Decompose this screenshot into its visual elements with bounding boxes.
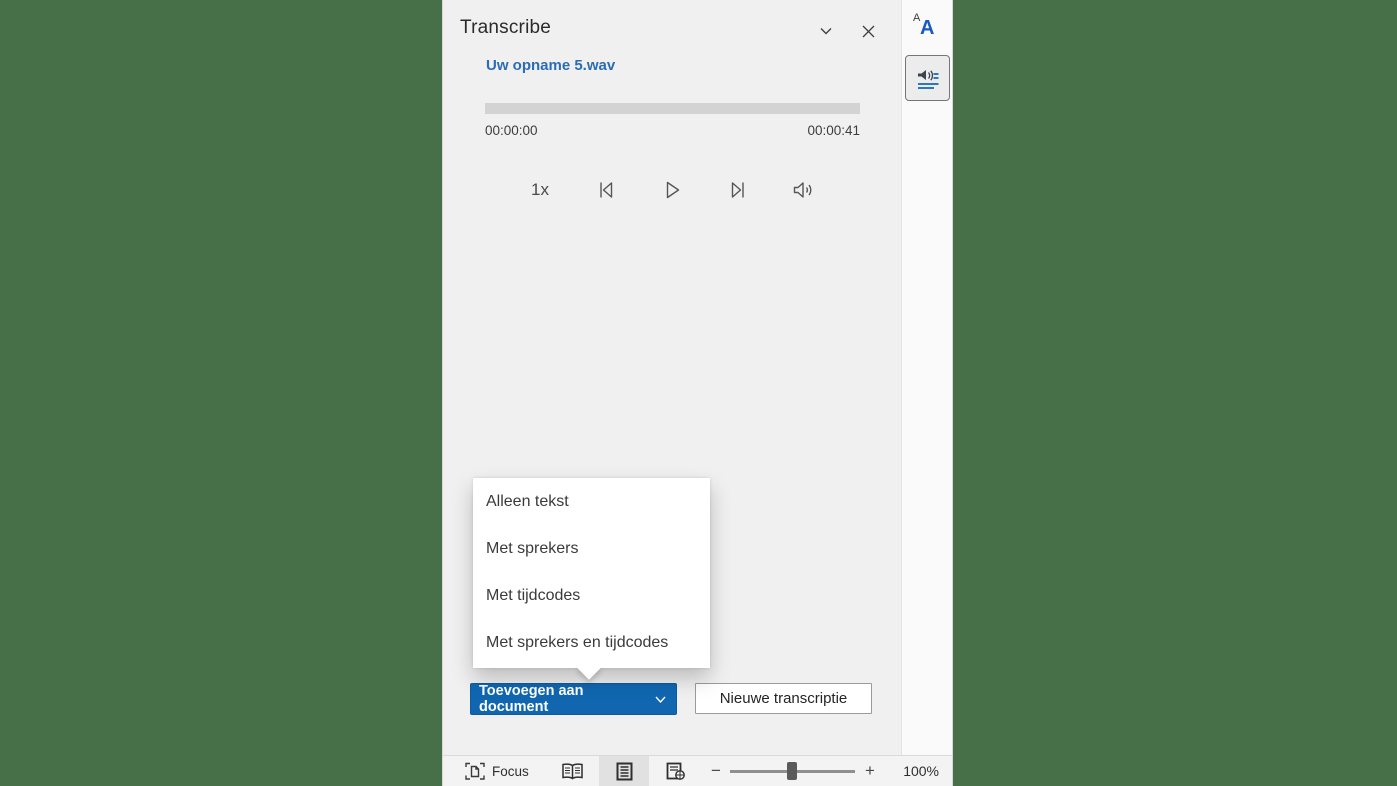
web-layout-icon bbox=[666, 762, 686, 781]
volume-icon bbox=[791, 178, 817, 202]
web-layout-button[interactable] bbox=[651, 756, 701, 786]
menu-item-text-only[interactable]: Alleen tekst bbox=[473, 478, 710, 525]
skip-forward-button[interactable] bbox=[724, 175, 752, 205]
zoom-in-button[interactable]: + bbox=[859, 756, 881, 786]
pane-tab-sidebar: A A bbox=[901, 0, 952, 755]
add-to-document-label: Toevoegen aan document bbox=[479, 683, 584, 715]
elapsed-time: 00:00:00 bbox=[485, 123, 538, 138]
add-to-document-button[interactable]: Toevoegen aan document bbox=[470, 683, 677, 715]
skip-forward-icon bbox=[726, 178, 750, 202]
play-button[interactable] bbox=[658, 175, 686, 205]
read-mode-button[interactable] bbox=[547, 756, 597, 786]
menu-item-with-speakers-and-timestamps[interactable]: Met sprekers en tijdcodes bbox=[473, 619, 710, 666]
close-icon bbox=[861, 24, 876, 39]
letter-a-large-icon: A bbox=[920, 17, 935, 39]
print-layout-icon bbox=[616, 762, 633, 781]
skip-back-button[interactable] bbox=[592, 175, 620, 205]
menu-item-with-speakers[interactable]: Met sprekers bbox=[473, 525, 710, 572]
time-row: 00:00:00 00:00:41 bbox=[485, 123, 860, 138]
status-bar: Focus − + 100% bbox=[443, 755, 952, 786]
pane-title: Transcribe bbox=[460, 17, 552, 38]
total-duration: 00:00:41 bbox=[807, 123, 860, 138]
focus-label: Focus bbox=[492, 763, 529, 779]
tab-transcribe-pane-selected[interactable] bbox=[905, 55, 950, 101]
transcribe-pane: Transcribe Uw opname 5.wav 00:00:00 00:0… bbox=[443, 0, 901, 755]
new-transcription-label: Nieuwe transcriptie bbox=[719, 690, 848, 707]
new-transcription-button[interactable]: Nieuwe transcriptie bbox=[695, 683, 872, 714]
read-mode-book-icon bbox=[561, 762, 584, 780]
chevron-down-icon bbox=[654, 693, 667, 706]
close-pane-button[interactable] bbox=[855, 18, 881, 44]
add-to-document-menu: Alleen tekst Met sprekers Met tijdcodes … bbox=[473, 478, 710, 680]
play-icon bbox=[660, 178, 684, 202]
playback-progress-bar[interactable] bbox=[485, 103, 860, 114]
focus-mode-button[interactable]: Focus bbox=[465, 756, 529, 786]
zoom-level-button[interactable]: 100% bbox=[903, 756, 939, 786]
focus-icon bbox=[465, 762, 485, 781]
chevron-down-icon bbox=[818, 23, 834, 39]
collapse-pane-button[interactable] bbox=[813, 18, 839, 44]
transcribe-speaker-icon bbox=[914, 64, 942, 92]
tab-text-pane[interactable]: A A bbox=[910, 12, 946, 46]
playback-speed-button[interactable]: 1x bbox=[526, 175, 554, 205]
zoom-out-button[interactable]: − bbox=[705, 756, 727, 786]
recording-file-link[interactable]: Uw opname 5.wav bbox=[486, 57, 615, 74]
word-transcribe-window: Transcribe Uw opname 5.wav 00:00:00 00:0… bbox=[442, 0, 953, 786]
playback-controls: 1x bbox=[443, 169, 901, 211]
zoom-slider-handle[interactable] bbox=[787, 762, 797, 780]
print-layout-button-selected[interactable] bbox=[599, 756, 649, 786]
menu-item-with-timestamps[interactable]: Met tijdcodes bbox=[473, 572, 710, 619]
volume-button[interactable] bbox=[790, 175, 818, 205]
skip-back-icon bbox=[594, 178, 618, 202]
